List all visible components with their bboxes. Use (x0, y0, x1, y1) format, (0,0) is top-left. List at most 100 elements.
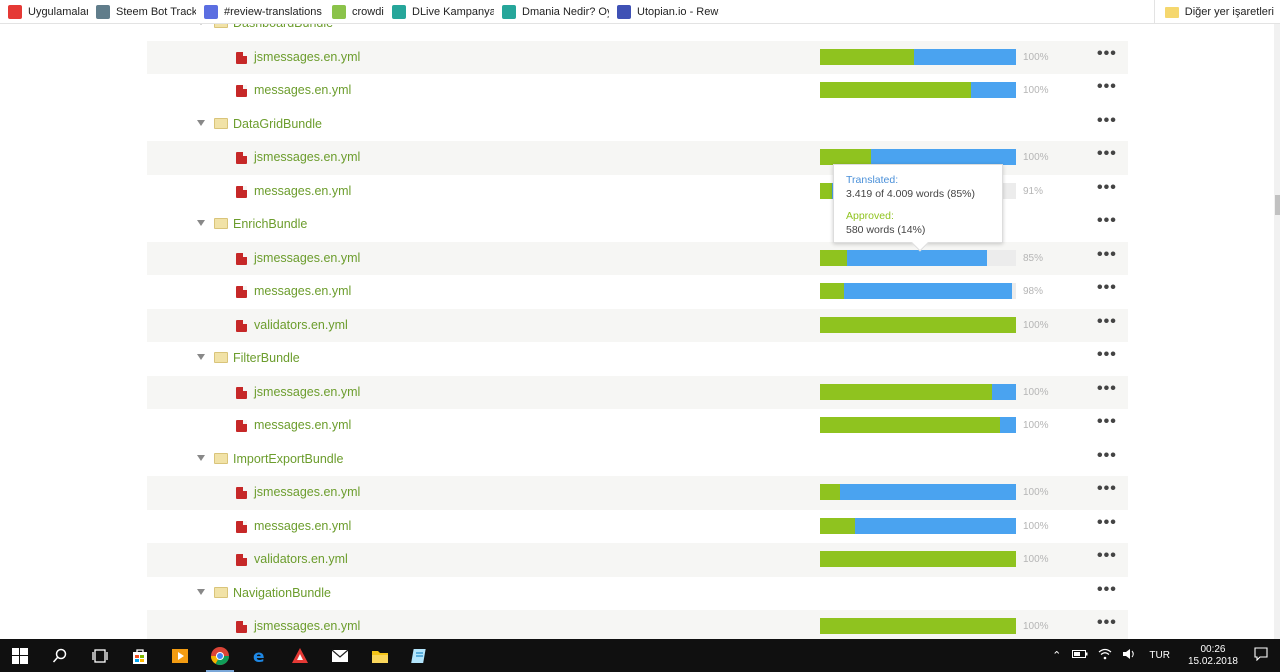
bookmark-item[interactable]: Dmania Nedir? Oy alı (494, 0, 609, 24)
progress-bar[interactable] (820, 316, 1016, 333)
mail-icon[interactable] (320, 639, 360, 672)
file-name[interactable]: messages.en.yml (254, 284, 351, 298)
file-name[interactable]: jsmessages.en.yml (254, 385, 360, 399)
wifi-icon[interactable] (1093, 648, 1117, 663)
chevron-up-icon[interactable]: ⌃ (1046, 649, 1067, 662)
folder-row[interactable]: DataGridBundle ••• (147, 108, 1128, 142)
file-row[interactable]: messages.en.yml 98% ••• (147, 275, 1128, 309)
more-options-button[interactable]: ••• (1097, 179, 1117, 195)
more-options-button[interactable]: ••• (1097, 514, 1117, 530)
more-options-button[interactable]: ••• (1097, 79, 1117, 95)
progress-bar[interactable] (820, 249, 1016, 266)
progress-bar[interactable] (820, 383, 1016, 400)
bookmark-item[interactable]: crowdin (324, 0, 384, 24)
notifications-icon[interactable] (1248, 647, 1280, 664)
file-row[interactable]: jsmessages.en.yml 100% ••• (147, 40, 1128, 74)
progress-bar[interactable] (820, 484, 1016, 500)
more-options-button[interactable]: ••• (1097, 246, 1117, 262)
acrobat-icon[interactable] (280, 639, 320, 672)
edge-icon[interactable]: e (240, 639, 280, 672)
more-options-button[interactable]: ••• (1097, 45, 1117, 61)
task-view-icon[interactable] (80, 639, 120, 672)
clock[interactable]: 00:26 15.02.2018 (1178, 644, 1248, 668)
file-row[interactable]: jsmessages.en.yml 85% ••• (147, 241, 1128, 275)
bookmark-item[interactable]: Steem Bot Tracker (88, 0, 196, 24)
caret-down-icon[interactable] (197, 454, 205, 461)
file-name[interactable]: validators.en.yml (254, 318, 348, 332)
more-options-button[interactable]: ••• (1097, 347, 1117, 363)
file-row[interactable]: messages.en.yml 100% ••• (147, 74, 1128, 108)
more-options-button[interactable]: ••• (1097, 615, 1117, 631)
file-name[interactable]: jsmessages.en.yml (254, 485, 360, 499)
folder-name[interactable]: ImportExportBundle (233, 452, 343, 466)
media-player-icon[interactable] (160, 639, 200, 672)
chrome-icon[interactable] (200, 639, 240, 672)
progress-bar[interactable] (820, 82, 1016, 98)
file-row[interactable]: validators.en.yml 100% ••• (147, 543, 1128, 577)
scrollbar-thumb[interactable] (1275, 195, 1280, 215)
bookmark-item[interactable]: Uygulamalar (0, 0, 88, 24)
more-options-button[interactable]: ••• (1097, 146, 1117, 162)
more-options-button[interactable]: ••• (1097, 414, 1117, 430)
store-icon[interactable] (120, 639, 160, 672)
file-row[interactable]: messages.en.yml 100% ••• (147, 409, 1128, 443)
folder-name[interactable]: DataGridBundle (233, 117, 322, 131)
battery-icon[interactable] (1067, 649, 1093, 662)
more-options-button[interactable]: ••• (1097, 581, 1117, 597)
progress-bar[interactable] (820, 551, 1016, 567)
bookmark-item[interactable]: DLive Kampanyası! – (384, 0, 494, 24)
folder-name[interactable]: DashboardBundle (233, 24, 333, 30)
caret-down-icon[interactable] (197, 354, 205, 360)
more-options-button[interactable]: ••• (1097, 24, 1117, 28)
more-options-button[interactable]: ••• (1097, 548, 1117, 564)
start-button[interactable] (0, 639, 40, 672)
more-options-button[interactable]: ••• (1097, 380, 1117, 396)
folder-name[interactable]: FilterBundle (233, 351, 300, 365)
file-name[interactable]: messages.en.yml (254, 83, 351, 97)
file-name[interactable]: jsmessages.en.yml (254, 619, 360, 633)
more-options-button[interactable]: ••• (1097, 481, 1117, 497)
page-scrollbar[interactable] (1274, 24, 1280, 639)
more-options-button[interactable]: ••• (1097, 313, 1117, 329)
file-name[interactable]: messages.en.yml (254, 418, 351, 432)
caret-down-icon[interactable] (197, 24, 205, 25)
folder-name[interactable]: EnrichBundle (233, 217, 307, 231)
folder-row[interactable]: ImportExportBundle ••• (147, 443, 1128, 477)
folder-row[interactable]: DashboardBundle ••• (147, 24, 1128, 41)
progress-bar[interactable] (820, 48, 1016, 65)
progress-bar[interactable] (820, 283, 1016, 299)
file-row[interactable]: validators.en.yml 100% ••• (147, 308, 1128, 342)
search-icon[interactable] (40, 639, 80, 672)
more-options-button[interactable]: ••• (1097, 112, 1117, 128)
file-name[interactable]: messages.en.yml (254, 519, 351, 533)
folder-row[interactable]: FilterBundle ••• (147, 342, 1128, 376)
volume-icon[interactable] (1117, 648, 1141, 663)
caret-down-icon[interactable] (197, 119, 205, 126)
caret-down-icon[interactable] (197, 220, 205, 226)
progress-bar[interactable] (820, 149, 1016, 165)
folder-row[interactable]: NavigationBundle ••• (147, 577, 1128, 611)
progress-bar[interactable] (820, 618, 1016, 634)
file-name[interactable]: jsmessages.en.yml (254, 251, 360, 265)
progress-bar[interactable] (820, 417, 1016, 433)
language-indicator[interactable]: TUR (1141, 650, 1178, 661)
file-row[interactable]: jsmessages.en.yml 100% ••• (147, 375, 1128, 409)
caret-down-icon[interactable] (197, 588, 205, 595)
folder-name[interactable]: NavigationBundle (233, 586, 331, 600)
file-row[interactable]: jsmessages.en.yml 100% ••• (147, 610, 1128, 639)
file-row[interactable]: messages.en.yml 100% ••• (147, 510, 1128, 544)
progress-bar[interactable] (820, 517, 1016, 534)
other-bookmarks[interactable]: Diğer yer işaretleri (1153, 0, 1280, 24)
more-options-button[interactable]: ••• (1097, 280, 1117, 296)
file-name[interactable]: jsmessages.en.yml (254, 150, 360, 164)
notepad-icon[interactable] (400, 639, 440, 672)
more-options-button[interactable]: ••• (1097, 213, 1117, 229)
file-row[interactable]: jsmessages.en.yml 100% ••• (147, 476, 1128, 510)
bookmark-item[interactable]: Utopian.io - Rewardin (609, 0, 719, 24)
file-name[interactable]: validators.en.yml (254, 552, 348, 566)
bookmark-item[interactable]: #review-translations (196, 0, 324, 24)
file-explorer-icon[interactable] (360, 639, 400, 672)
file-name[interactable]: jsmessages.en.yml (254, 50, 360, 64)
more-options-button[interactable]: ••• (1097, 447, 1117, 463)
file-name[interactable]: messages.en.yml (254, 184, 351, 198)
